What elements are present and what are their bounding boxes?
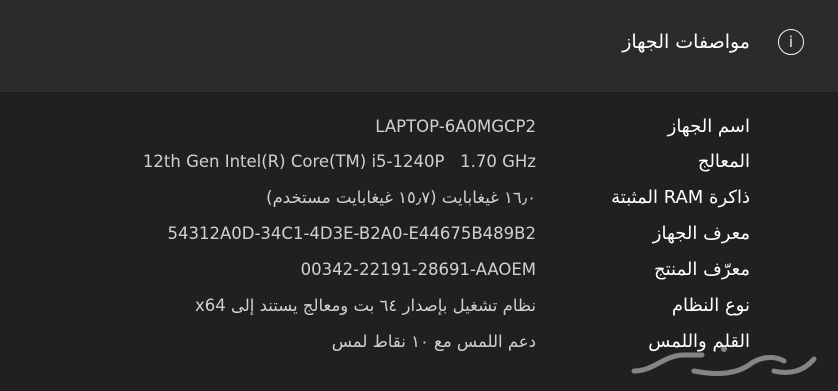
- spec-row-installed-ram: ذاكرة RAM المثبتة ١٦٫٠ غيغابايت (١٥٫٧ غي…: [0, 181, 838, 217]
- spec-value[interactable]: 00342-22191-28691-AAOEM: [301, 260, 536, 279]
- spec-value[interactable]: LAPTOP-6A0MGCP2: [375, 117, 536, 136]
- watermark-logo: [631, 346, 817, 376]
- spec-row-system-type: نوع النظام نظام تشغيل بإصدار ٦٤ بت ومعال…: [0, 289, 838, 325]
- spec-label: معرّف المنتج: [653, 259, 750, 280]
- spec-value[interactable]: نظام تشغيل بإصدار ٦٤ بت ومعالج يستند إلى…: [195, 296, 536, 315]
- spec-label: المعالج: [697, 151, 750, 172]
- spec-row-processor: المعالج 12th Gen Intel(R) Core(TM) i5-12…: [0, 145, 838, 181]
- spec-label: اسم الجهاز: [667, 116, 750, 137]
- spec-label: ذاكرة RAM المثبتة: [611, 187, 750, 208]
- spec-value[interactable]: 12th Gen Intel(R) Core(TM) i5-1240P 1.70…: [143, 152, 536, 171]
- spec-value[interactable]: 54312A0D-34C1-4D3E-B2A0-E44675B489B2: [168, 224, 537, 243]
- spec-value[interactable]: ١٦٫٠ غيغابايت (١٥٫٧ غيغابايت مستخدم): [266, 188, 536, 207]
- spec-row-device-name: اسم الجهاز LAPTOP-6A0MGCP2: [0, 110, 838, 146]
- spec-row-product-id: معرّف المنتج 00342-22191-28691-AAOEM: [0, 253, 838, 289]
- section-header[interactable]: i مواصفات الجهاز: [0, 0, 838, 93]
- section-title: مواصفات الجهاز: [622, 31, 750, 53]
- spec-label: معرف الجهاز: [652, 223, 750, 244]
- info-icon[interactable]: i: [778, 29, 804, 55]
- device-specifications-panel: i مواصفات الجهاز اسم الجهاز LAPTOP-6A0MG…: [0, 0, 838, 391]
- spec-label: نوع النظام: [671, 295, 750, 316]
- spec-value[interactable]: دعم اللمس مع ١٠ نقاط لمس: [332, 332, 536, 351]
- spec-row-device-id: معرف الجهاز 54312A0D-34C1-4D3E-B2A0-E446…: [0, 217, 838, 253]
